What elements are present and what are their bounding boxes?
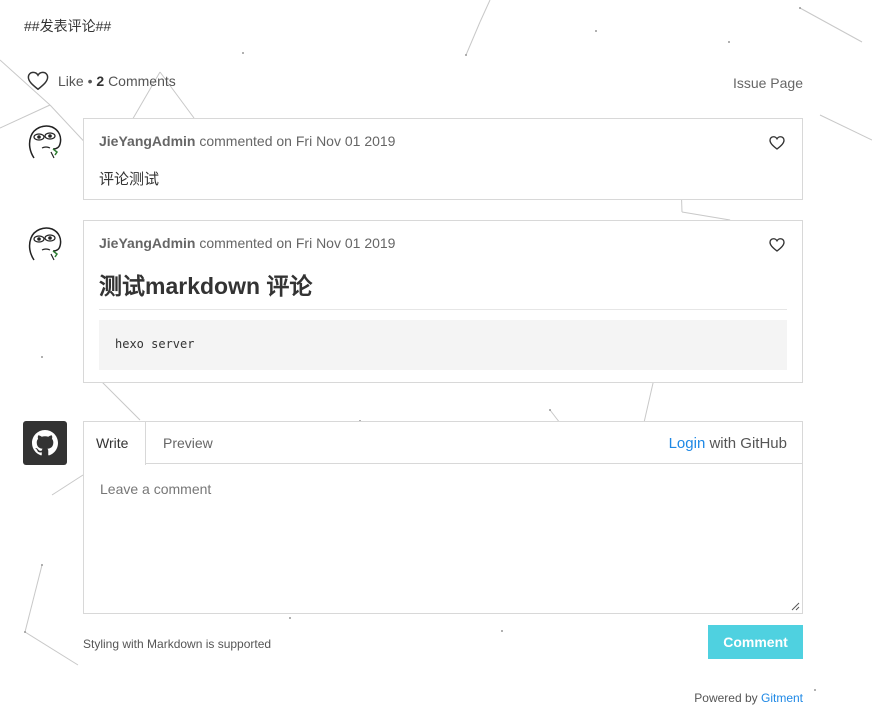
comment-heading: 测试markdown 评论 (99, 267, 787, 310)
comment-date: commented on Fri Nov 01 2019 (199, 133, 396, 149)
comment-meta: JieYangAdmin commented on Fri Nov 01 201… (99, 133, 395, 149)
comment-date: commented on Fri Nov 01 2019 (199, 235, 396, 251)
tab-preview[interactable]: Preview (151, 422, 225, 464)
code-block: hexo server (99, 320, 787, 370)
comments-header: Like • 2 Comments Issue Page (24, 70, 803, 94)
like-summary: Like • 2 Comments (58, 73, 176, 89)
comment-meta: JieYangAdmin commented on Fri Nov 01 201… (99, 235, 395, 251)
comment-body: 评论测试 (99, 171, 160, 188)
heart-icon (27, 71, 49, 91)
tab-write[interactable]: Write (84, 422, 146, 465)
login-prompt: Login with GitHub (669, 422, 787, 466)
github-icon (32, 430, 58, 456)
bullet-separator: • (87, 73, 93, 89)
resize-handle-icon[interactable] (791, 602, 800, 611)
github-login-avatar[interactable] (23, 421, 67, 465)
editor-tabs: Write Preview Login with GitHub (84, 422, 802, 466)
like-label[interactable]: Like (58, 73, 84, 89)
like-button[interactable] (27, 70, 49, 92)
comment-author[interactable]: JieYangAdmin (99, 133, 195, 149)
comment-editor: Write Preview Login with GitHub (83, 421, 803, 614)
issue-page-link[interactable]: Issue Page (733, 75, 803, 91)
markdown-note: Styling with Markdown is supported (83, 637, 272, 651)
gitment-link[interactable]: Gitment (761, 691, 803, 705)
powered-prefix: Powered by (694, 691, 761, 705)
heart-icon[interactable] (769, 237, 785, 253)
comment-author[interactable]: JieYangAdmin (99, 235, 195, 251)
login-suffix: with GitHub (705, 435, 787, 452)
login-link[interactable]: Login (669, 435, 706, 452)
heart-icon[interactable] (769, 135, 785, 151)
comments-count: 2 (96, 73, 105, 89)
powered-by: Powered by Gitment (694, 691, 803, 705)
comment-card: JieYangAdmin commented on Fri Nov 01 201… (83, 118, 803, 200)
meme-face-avatar (28, 227, 62, 261)
comment-input[interactable] (84, 465, 802, 613)
comments-label: Comments (108, 73, 176, 89)
comment-card: JieYangAdmin commented on Fri Nov 01 201… (83, 220, 803, 383)
meme-face-avatar (28, 125, 62, 159)
section-title: ##发表评论## (24, 18, 112, 34)
comment-button[interactable]: Comment (708, 625, 803, 659)
